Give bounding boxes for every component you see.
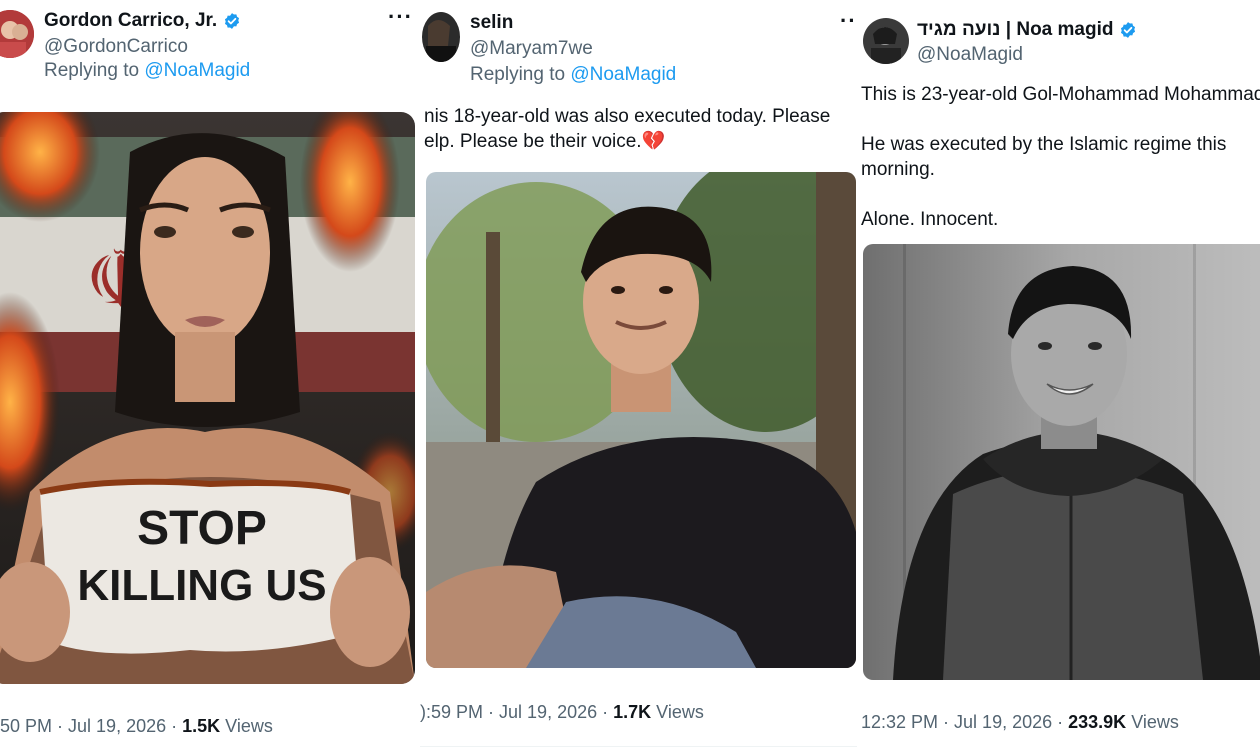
display-name-row[interactable]: Gordon Carrico, Jr. bbox=[44, 10, 241, 32]
verified-badge-icon bbox=[225, 13, 240, 29]
views-count: 1.7K bbox=[613, 702, 652, 722]
avatar[interactable] bbox=[422, 12, 460, 62]
replying-prefix: Replying to bbox=[470, 64, 571, 85]
handle[interactable]: @NoaMagid bbox=[917, 44, 1023, 66]
tweet-image-portrait-bw[interactable] bbox=[863, 244, 1260, 680]
avatar[interactable] bbox=[0, 10, 34, 58]
poster-text-line1: STOP bbox=[137, 502, 267, 555]
tweet-time[interactable]: ):59 PM bbox=[420, 702, 483, 722]
handle[interactable]: @Maryam7we bbox=[470, 38, 593, 60]
tweet-time[interactable]: 12:32 PM bbox=[861, 712, 938, 732]
tweet-time[interactable]: 50 PM bbox=[0, 716, 52, 736]
tweet-image-protest-poster[interactable]: ☫ STOP KILLING US bbox=[0, 112, 415, 684]
display-name[interactable]: selin bbox=[470, 12, 513, 34]
replying-to: Replying to @NoaMagid bbox=[470, 64, 676, 86]
views-label: Views bbox=[225, 716, 273, 736]
more-icon[interactable]: ·· bbox=[840, 8, 857, 34]
display-name[interactable]: נועה מגיד | Noa magid bbox=[917, 19, 1113, 41]
handle[interactable]: @GordonCarrico bbox=[44, 36, 188, 58]
views-count: 233.9K bbox=[1068, 712, 1127, 732]
display-name[interactable]: Gordon Carrico, Jr. bbox=[44, 10, 217, 32]
replying-prefix: Replying to bbox=[44, 60, 145, 81]
replying-to: Replying to @NoaMagid bbox=[44, 60, 250, 82]
tweet-meta: 12:32 PM · Jul 19, 2026 · 233.9K Views bbox=[861, 712, 1179, 732]
tweet-date[interactable]: Jul 19, 2026 bbox=[68, 716, 166, 736]
tweet-image-portrait[interactable] bbox=[426, 172, 856, 668]
views-label: Views bbox=[1131, 712, 1179, 732]
avatar[interactable] bbox=[863, 18, 909, 64]
replying-to-link[interactable]: @NoaMagid bbox=[570, 64, 676, 85]
tweet-meta: 50 PM · Jul 19, 2026 · 1.5K Views bbox=[0, 716, 273, 736]
replying-to-link[interactable]: @NoaMagid bbox=[144, 60, 250, 81]
tweet-date[interactable]: Jul 19, 2026 bbox=[954, 712, 1052, 732]
tweet-date[interactable]: Jul 19, 2026 bbox=[499, 702, 597, 722]
tweet-card-noa: נועה מגיד | Noa magid @NoaMagid This is … bbox=[857, 0, 1260, 756]
display-name-row[interactable]: selin bbox=[470, 12, 513, 34]
views-count: 1.5K bbox=[182, 716, 221, 736]
tweet-meta: ):59 PM · Jul 19, 2026 · 1.7K Views bbox=[420, 702, 704, 722]
tweet-text: This is 23-year-old Gol-Mohammad Mohamma… bbox=[861, 84, 1260, 230]
display-name-row[interactable]: נועה מגיד | Noa magid bbox=[917, 19, 1137, 41]
more-icon[interactable]: ··· bbox=[388, 4, 413, 30]
tweet-text: nis 18-year-old was also executed today.… bbox=[424, 106, 831, 152]
tweet-card-selin: selin @Maryam7we Replying to @NoaMagid ·… bbox=[420, 0, 857, 756]
divider bbox=[420, 746, 857, 747]
verified-badge-icon bbox=[1121, 22, 1136, 38]
tweet-card-gordon: Gordon Carrico, Jr. @GordonCarrico Reply… bbox=[0, 0, 420, 756]
poster-text-line2: KILLING US bbox=[77, 561, 326, 610]
views-label: Views bbox=[656, 702, 704, 722]
